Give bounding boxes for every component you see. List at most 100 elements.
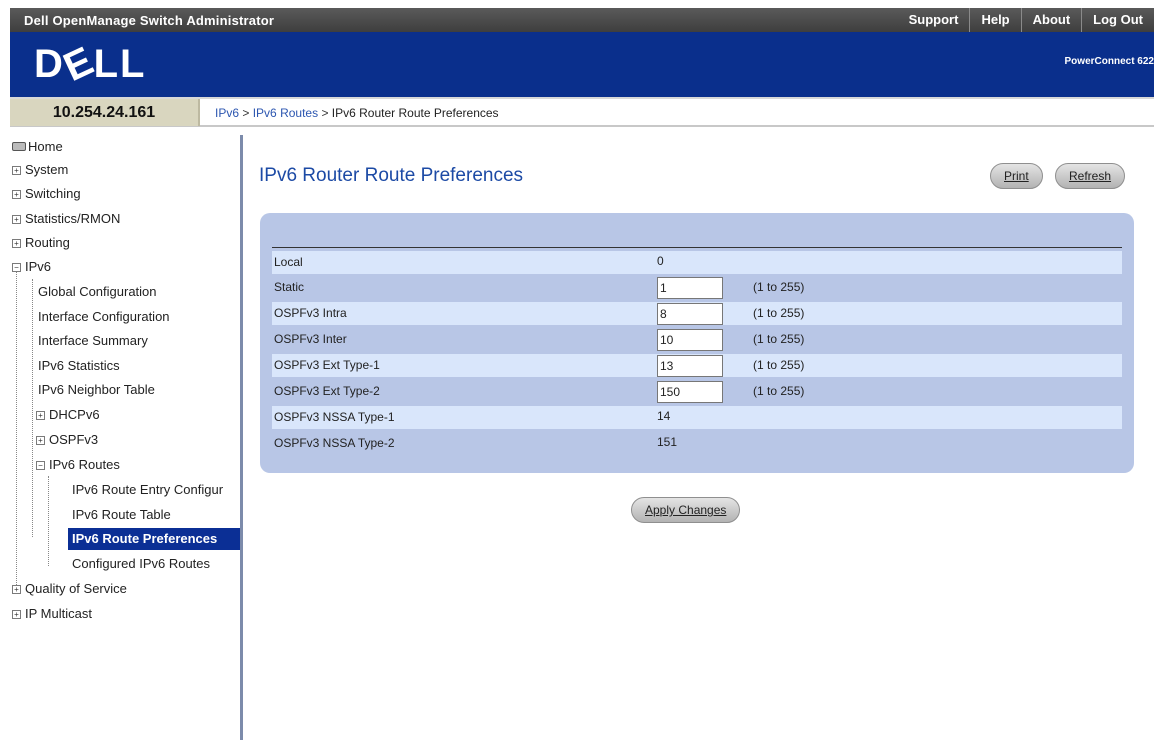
- nav-ipv6-route-preferences[interactable]: IPv6 Route Preferences: [68, 528, 240, 550]
- nav-ip-multicast[interactable]: + IP Multicast: [12, 603, 92, 625]
- route-preferences-panel: Local 0 Static (1 to 255) OSPFv3 Intra (…: [260, 213, 1134, 473]
- nav-global-configuration[interactable]: Global Configuration: [38, 281, 157, 303]
- expand-icon[interactable]: +: [12, 585, 21, 594]
- range-hint: (1 to 255): [753, 358, 805, 372]
- nav-statistics-rmon-label: Statistics/RMON: [25, 211, 121, 226]
- about-link[interactable]: About: [1020, 8, 1082, 32]
- nav-routing-label: Routing: [25, 235, 70, 250]
- nav-ipv6-label: IPv6: [25, 259, 52, 274]
- expand-icon[interactable]: +: [12, 190, 21, 199]
- nav-statistics-rmon[interactable]: + Statistics/RMON: [12, 208, 120, 230]
- pref-row-local: Local 0: [272, 251, 1122, 274]
- nav-ospfv3-label: OSPFv3: [49, 432, 99, 447]
- home-icon: [12, 142, 26, 151]
- pref-row-static: Static (1 to 255): [272, 276, 1122, 299]
- row-label: OSPFv3 Inter: [274, 332, 347, 346]
- nav-ipv6-route-table[interactable]: IPv6 Route Table: [72, 504, 171, 526]
- print-button[interactable]: Print: [990, 163, 1043, 189]
- brand-bar: DELL PowerConnect 622: [10, 32, 1154, 97]
- pref-row-ospfv3-ext-type-2: OSPFv3 Ext Type-2 (1 to 255): [272, 380, 1122, 403]
- nav-ospfv3[interactable]: + OSPFv3: [36, 429, 98, 451]
- nav-switching[interactable]: + Switching: [12, 183, 81, 205]
- range-hint: (1 to 255): [753, 280, 805, 294]
- product-name: PowerConnect 622: [1064, 56, 1154, 67]
- nav-interface-summary[interactable]: Interface Summary: [38, 330, 148, 352]
- breadcrumb-separator: >: [321, 106, 329, 120]
- navigation-tree: Home + System + Switching + Statistics/RMON…: [10, 135, 243, 740]
- pref-row-ospfv3-nssa-type-1: OSPFv3 NSSA Type-1 14: [272, 406, 1122, 429]
- nav-quality-of-service[interactable]: + Quality of Service: [12, 578, 127, 600]
- nav-interface-configuration[interactable]: Interface Configuration: [38, 306, 170, 328]
- ospfv3-ext-type-2-preference-input[interactable]: [657, 381, 723, 403]
- breadcrumb-ipv6-routes-link[interactable]: IPv6 Routes: [253, 106, 318, 120]
- static-preference-input[interactable]: [657, 277, 723, 299]
- switch-ip-address: 10.254.24.161: [10, 99, 200, 126]
- page-title: IPv6 Router Route Preferences: [259, 165, 524, 186]
- panel-divider: [272, 247, 1122, 248]
- nav-configured-ipv6-routes[interactable]: Configured IPv6 Routes: [72, 553, 210, 575]
- nav-ipv6-routes-label: IPv6 Routes: [49, 457, 120, 472]
- app-title: Dell OpenManage Switch Administrator: [24, 13, 275, 28]
- ospfv3-nssa-type-1-value: 14: [657, 409, 671, 423]
- nav-quality-of-service-label: Quality of Service: [25, 581, 127, 596]
- breadcrumb-ipv6-link[interactable]: IPv6: [215, 106, 239, 120]
- nav-ipv6-routes[interactable]: − IPv6 Routes: [36, 454, 120, 476]
- nav-ipv6-neighbor-table[interactable]: IPv6 Neighbor Table: [38, 379, 155, 401]
- ospfv3-inter-preference-input[interactable]: [657, 329, 723, 351]
- nav-system-label: System: [25, 162, 69, 177]
- range-hint: (1 to 255): [753, 332, 805, 346]
- local-preference-value: 0: [657, 254, 664, 268]
- nav-dhcpv6[interactable]: + DHCPv6: [36, 404, 100, 426]
- nav-ipv6[interactable]: − IPv6: [12, 256, 51, 278]
- collapse-icon[interactable]: −: [12, 263, 21, 272]
- expand-icon[interactable]: +: [36, 411, 45, 420]
- collapse-icon[interactable]: −: [36, 461, 45, 470]
- expand-icon[interactable]: +: [12, 215, 21, 224]
- tree-guide-line: [32, 279, 33, 537]
- tree-guide-line: [48, 476, 49, 566]
- nav-ipv6-statistics[interactable]: IPv6 Statistics: [38, 355, 120, 377]
- breadcrumb: IPv6 > IPv6 Routes > IPv6 Router Route P…: [215, 106, 499, 120]
- help-link[interactable]: Help: [969, 8, 1020, 32]
- expand-icon[interactable]: +: [12, 610, 21, 619]
- ospfv3-intra-preference-input[interactable]: [657, 303, 723, 325]
- nav-ip-multicast-label: IP Multicast: [25, 606, 92, 621]
- nav-dhcpv6-label: DHCPv6: [49, 407, 100, 422]
- info-bar: 10.254.24.161 IPv6 > IPv6 Routes > IPv6 …: [10, 97, 1154, 127]
- pref-row-ospfv3-nssa-type-2: OSPFv3 NSSA Type-2 151: [272, 432, 1122, 455]
- row-label: OSPFv3 NSSA Type-2: [274, 436, 395, 450]
- app-window: Dell OpenManage Switch Administrator Sup…: [0, 0, 1154, 740]
- nav-routing[interactable]: + Routing: [12, 232, 70, 254]
- pref-row-ospfv3-ext-type-1: OSPFv3 Ext Type-1 (1 to 255): [272, 354, 1122, 377]
- nav-switching-label: Switching: [25, 186, 81, 201]
- row-label: OSPFv3 Ext Type-1: [274, 358, 380, 372]
- row-label: OSPFv3 Ext Type-2: [274, 384, 380, 398]
- nav-home-label: Home: [28, 139, 63, 154]
- top-bar: Dell OpenManage Switch Administrator Sup…: [10, 8, 1154, 32]
- ospfv3-nssa-type-2-value: 151: [657, 435, 678, 449]
- row-label: OSPFv3 NSSA Type-1: [274, 410, 395, 424]
- expand-icon[interactable]: +: [12, 239, 21, 248]
- row-label: Local: [274, 255, 303, 269]
- refresh-button[interactable]: Refresh: [1055, 163, 1126, 189]
- nav-system[interactable]: + System: [12, 159, 68, 181]
- nav-ipv6-route-entry-configuration[interactable]: IPv6 Route Entry Configur: [72, 479, 223, 501]
- row-label: Static: [274, 280, 305, 294]
- pref-row-ospfv3-inter: OSPFv3 Inter (1 to 255): [272, 328, 1122, 351]
- breadcrumb-current-page: IPv6 Router Route Preferences: [331, 106, 499, 120]
- apply-changes-button[interactable]: Apply Changes: [631, 497, 741, 523]
- log-out-link[interactable]: Log Out: [1081, 8, 1154, 32]
- nav-home[interactable]: Home: [12, 136, 63, 158]
- row-label: OSPFv3 Intra: [274, 306, 347, 320]
- ospfv3-ext-type-1-preference-input[interactable]: [657, 355, 723, 377]
- support-link[interactable]: Support: [898, 8, 970, 32]
- top-links: Support Help About Log Out: [898, 8, 1154, 32]
- range-hint: (1 to 255): [753, 384, 805, 398]
- expand-icon[interactable]: +: [36, 436, 45, 445]
- main-content: IPv6 Router Route Preferences Print Refr…: [246, 135, 1154, 740]
- expand-icon[interactable]: +: [12, 166, 21, 175]
- range-hint: (1 to 255): [753, 306, 805, 320]
- breadcrumb-separator: >: [242, 106, 250, 120]
- dell-logo: DELL: [34, 37, 147, 91]
- pref-row-ospfv3-intra: OSPFv3 Intra (1 to 255): [272, 302, 1122, 325]
